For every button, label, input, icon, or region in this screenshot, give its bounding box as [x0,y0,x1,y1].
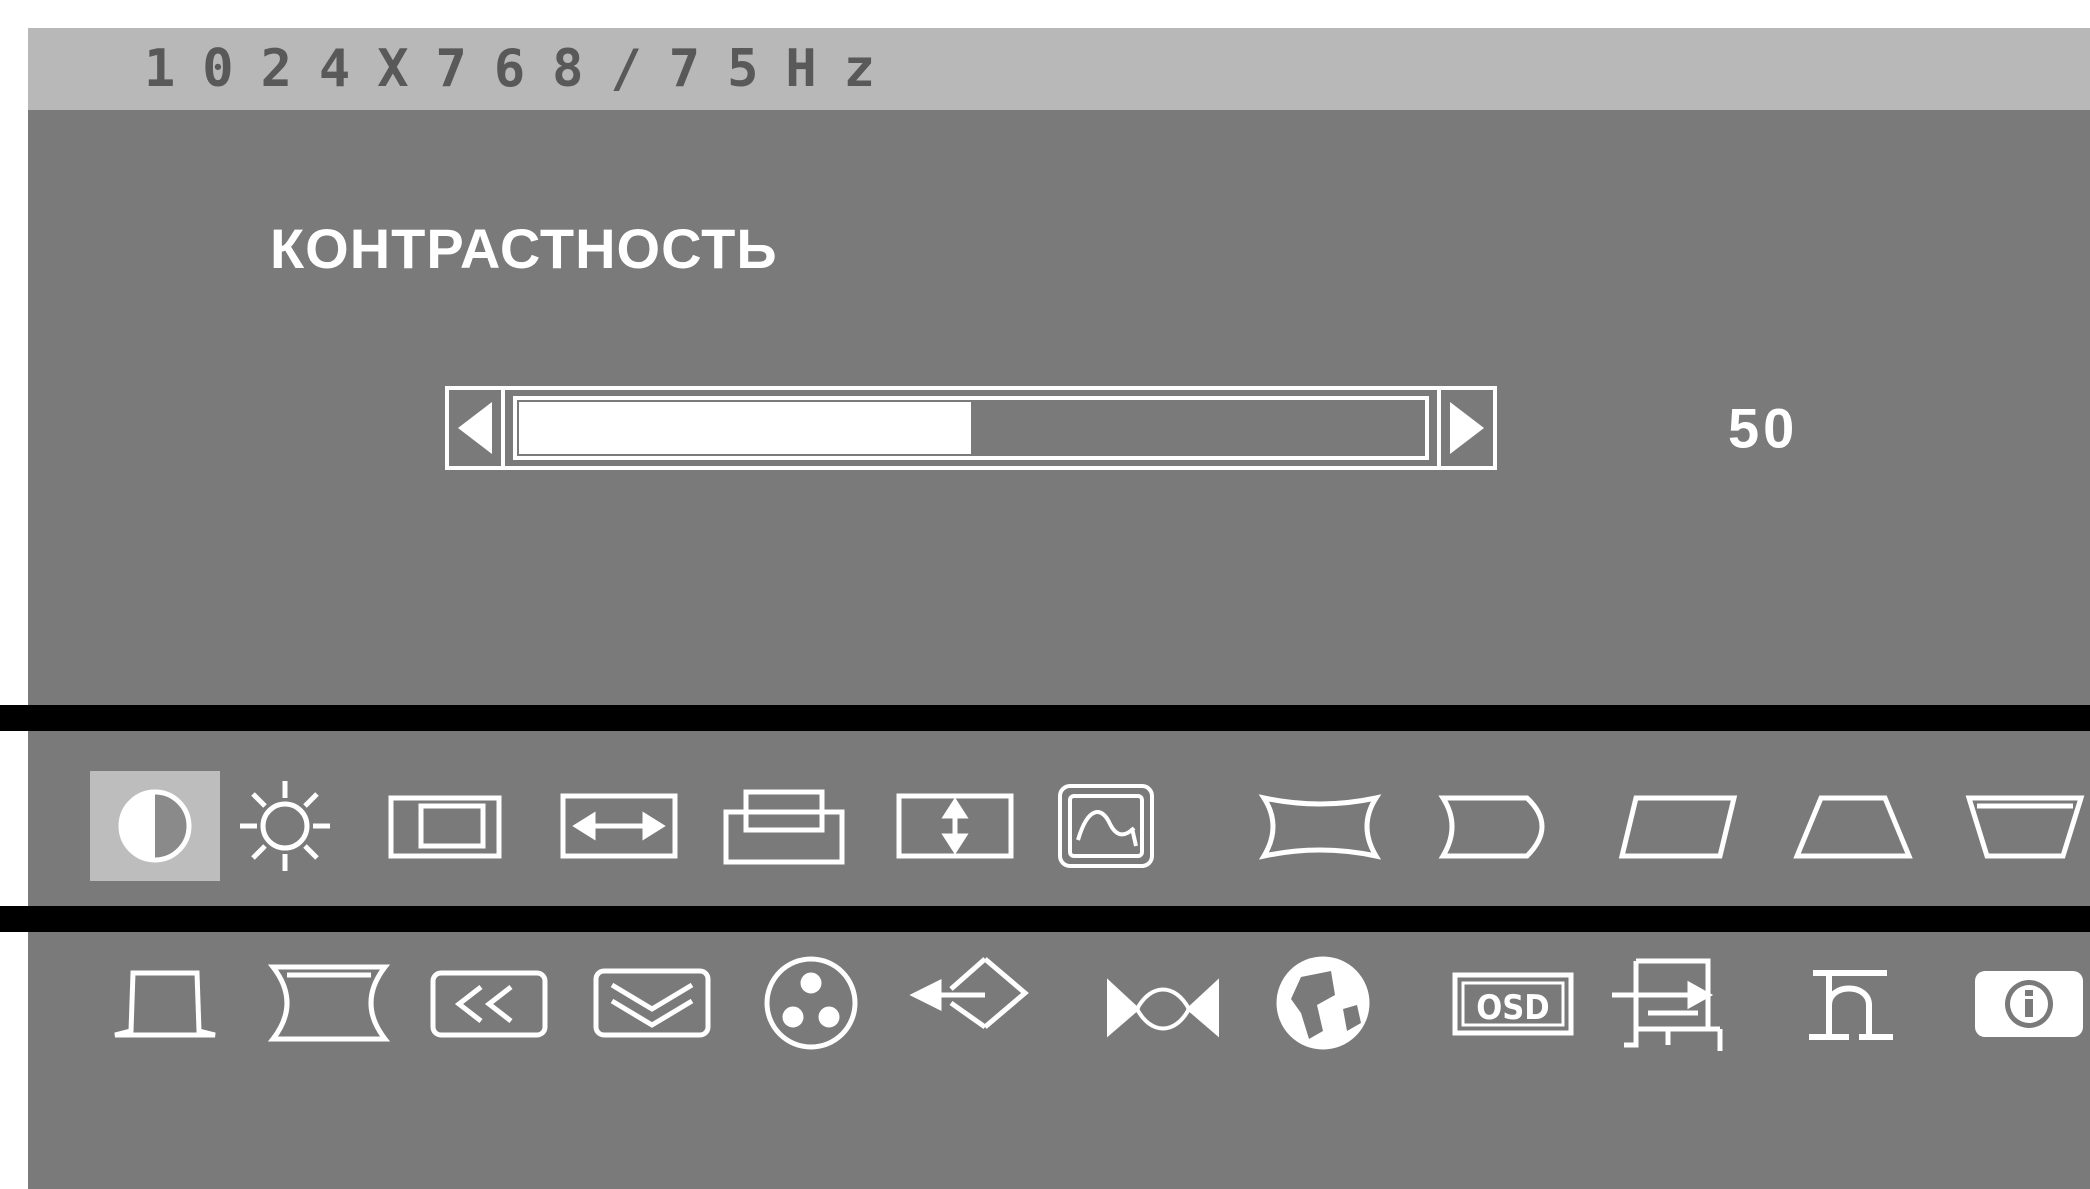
vertical-position-icon[interactable] [890,771,1020,881]
horizontal-position-icon[interactable] [554,771,684,881]
color-icon[interactable] [746,948,876,1058]
input-setup-icon[interactable] [1605,948,1735,1058]
page-title: КОНТРАСТНОСТЬ [270,217,778,280]
parallelogram-icon[interactable] [1613,771,1743,881]
contrast-slider[interactable] [445,386,1497,470]
trapezoid-inverted-icon[interactable] [1960,771,2090,881]
vertical-size-icon[interactable] [719,771,849,881]
title-bar: 1024X768/75Hz [28,28,2090,110]
increase-button[interactable] [1437,390,1493,466]
value-readout: 50 [1728,396,1799,460]
key-balance-icon[interactable] [100,948,230,1058]
information-icon[interactable] [1964,948,2090,1058]
slider-track[interactable] [513,396,1429,460]
pin-balance-icon[interactable] [1436,771,1566,881]
icon-row-1 [28,771,2090,883]
side-pincushion-icon[interactable] [264,948,394,1058]
osd-badge-label: OSD [1476,988,1549,1028]
left-arrow-icon [458,402,492,454]
language-icon[interactable] [1258,948,1388,1058]
slider-fill [519,402,971,454]
separator [0,705,2090,731]
osd-menu: 1024X768/75Hz КОНТРАСТНОСТЬ 50 OSD [0,28,2090,1189]
decrease-button[interactable] [449,390,505,466]
pincushion-icon[interactable] [1255,771,1385,881]
resolution-readout: 1024X768/75Hz [144,39,902,99]
contrast-icon[interactable] [90,771,220,881]
exit-icon[interactable] [908,948,1038,1058]
icon-row-2: OSD [28,948,2090,1064]
recall-icon[interactable] [1790,948,1920,1058]
osd-position-icon[interactable]: OSD [1448,948,1578,1058]
separator [0,906,2090,932]
horizontal-size-icon[interactable] [380,771,510,881]
trapezoid-icon[interactable] [1788,771,1918,881]
horizontal-convergence-icon[interactable] [424,948,554,1058]
degauss-icon[interactable] [1098,948,1228,1058]
vertical-convergence-icon[interactable] [587,948,717,1058]
moire-icon[interactable] [1041,771,1171,881]
brightness-icon[interactable] [220,771,350,881]
right-arrow-icon [1450,402,1484,454]
